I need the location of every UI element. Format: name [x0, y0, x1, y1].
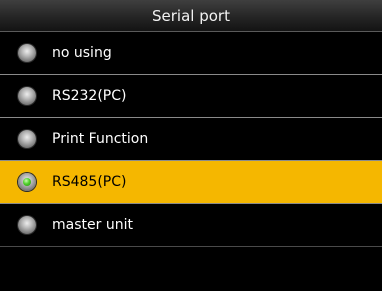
option-label: RS485(PC): [52, 174, 127, 190]
option-print-function[interactable]: Print Function: [0, 118, 382, 161]
radio-button-selected-icon[interactable]: [18, 173, 36, 191]
option-rs485-pc[interactable]: RS485(PC): [0, 161, 382, 204]
radio-button-icon[interactable]: [18, 44, 36, 62]
screen-title: Serial port: [152, 7, 230, 25]
option-no-using[interactable]: no using: [0, 32, 382, 75]
serial-port-screen: Serial port no using RS232(PC) Print Fun…: [0, 0, 382, 291]
selected-dot-icon: [23, 178, 31, 186]
option-label: Print Function: [52, 131, 149, 147]
option-label: master unit: [52, 217, 133, 233]
option-master-unit[interactable]: master unit: [0, 204, 382, 247]
serial-port-options-list: no using RS232(PC) Print Function RS485(…: [0, 32, 382, 247]
radio-button-icon[interactable]: [18, 87, 36, 105]
option-label: no using: [52, 45, 112, 61]
option-label: RS232(PC): [52, 88, 127, 104]
radio-button-icon[interactable]: [18, 216, 36, 234]
radio-button-icon[interactable]: [18, 130, 36, 148]
option-rs232-pc[interactable]: RS232(PC): [0, 75, 382, 118]
title-bar: Serial port: [0, 0, 382, 32]
